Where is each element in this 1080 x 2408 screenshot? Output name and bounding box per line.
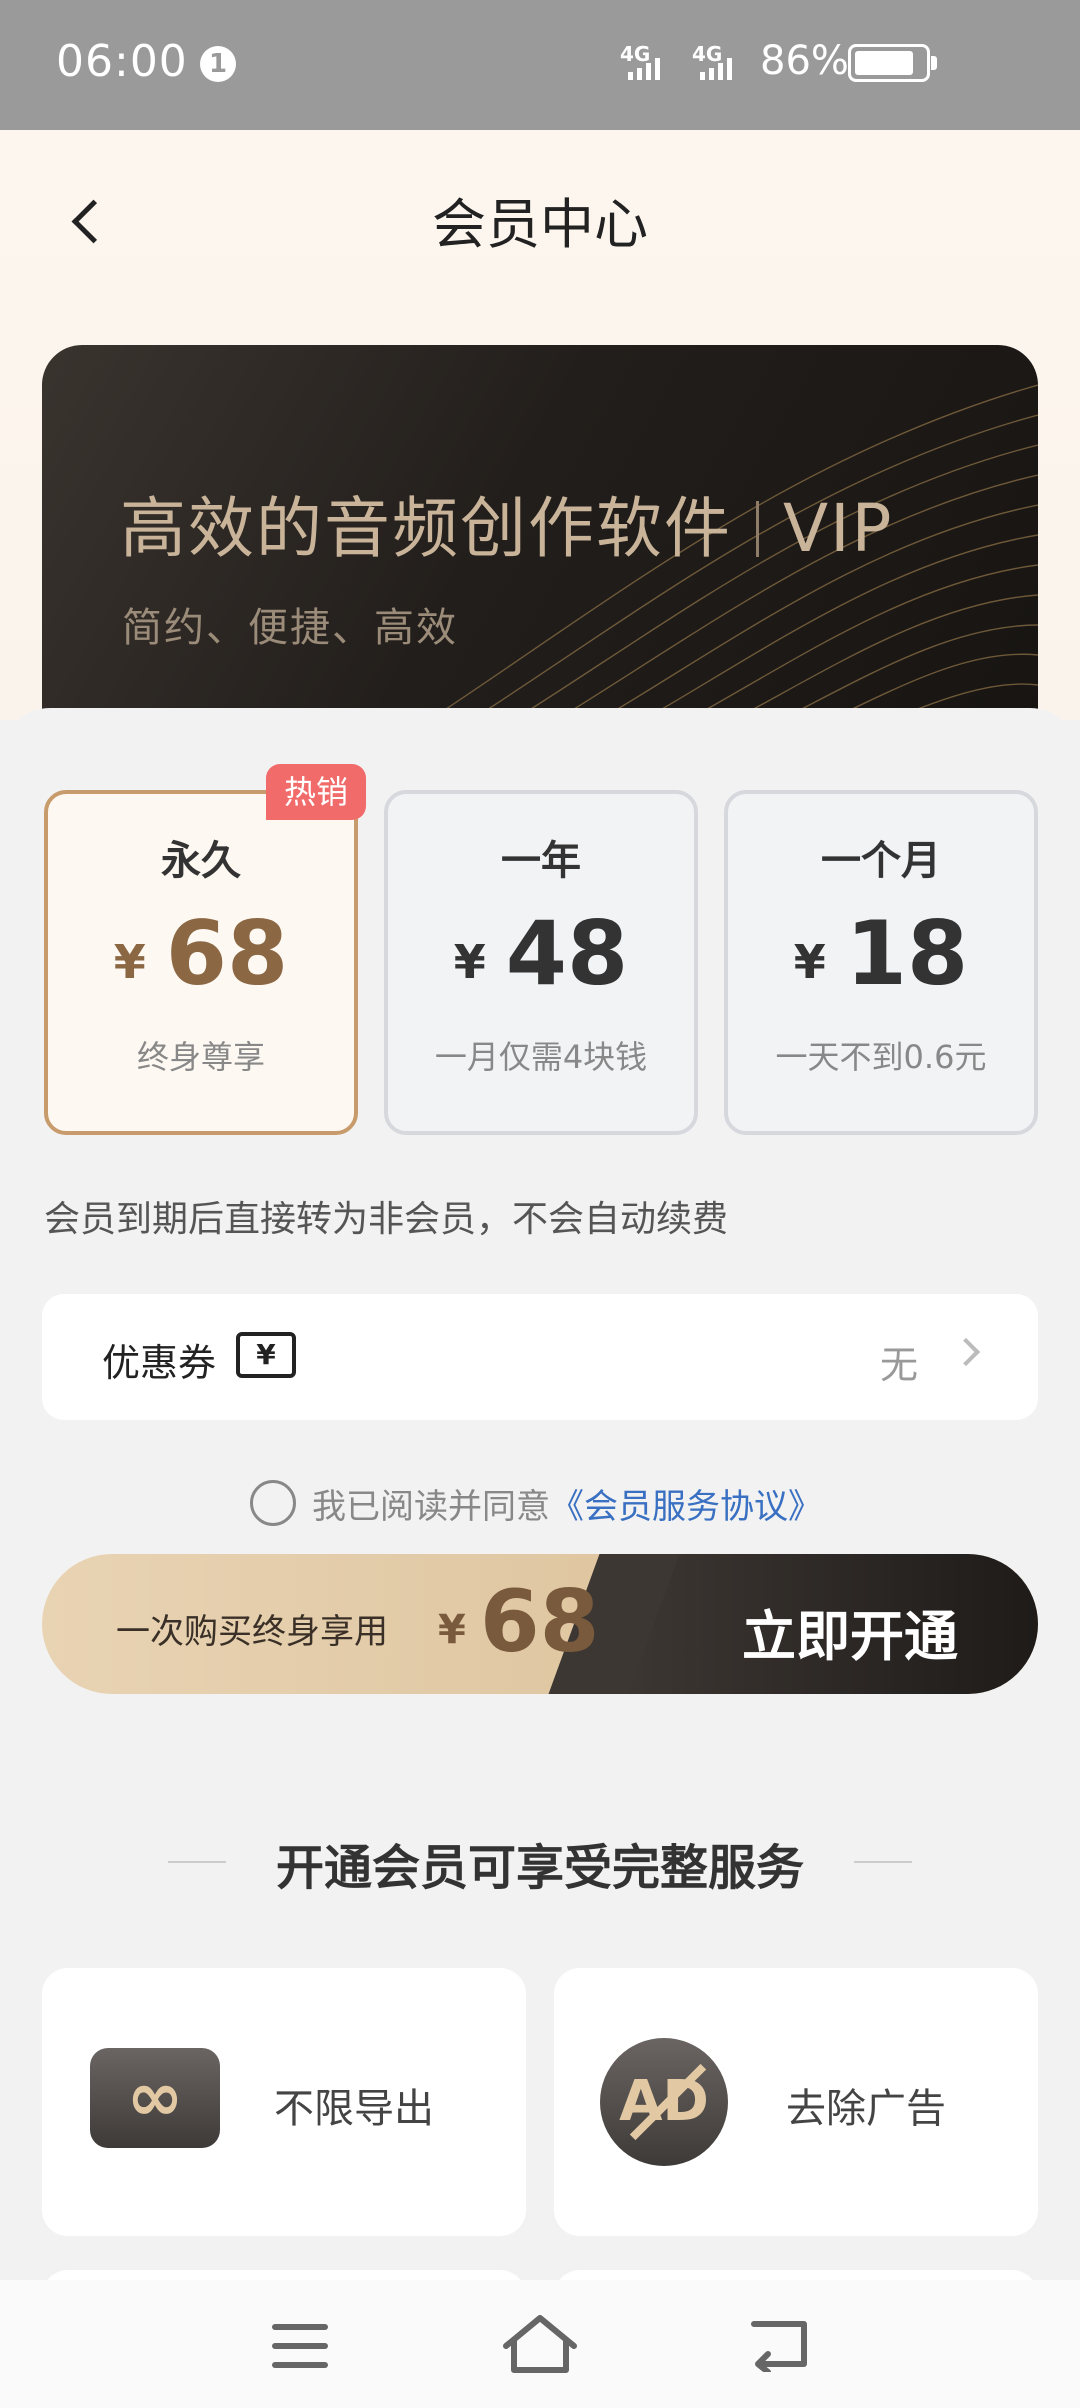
section-divider-right bbox=[854, 1861, 912, 1863]
purchase-price-value: 68 bbox=[479, 1572, 600, 1672]
coupon-row[interactable]: 优惠券 ¥ 无 bbox=[42, 1294, 1038, 1420]
agreement-checkbox[interactable] bbox=[250, 1480, 296, 1526]
benefit-label: 去除广告 bbox=[786, 2086, 946, 2132]
benefits-title: 开通会员可享受完整服务 bbox=[275, 1840, 804, 1896]
currency-symbol: ¥ bbox=[113, 935, 146, 989]
plan-name: 永久 bbox=[161, 838, 241, 884]
vip-banner: 高效的音频创作软件 VIP 简约、便捷、高效 bbox=[42, 345, 1038, 765]
plan-card-lifetime[interactable]: 热销 永久 ¥68 终身尊享 bbox=[44, 764, 366, 1135]
plan-price: ¥48 bbox=[388, 904, 694, 1012]
plan-price-value: 48 bbox=[505, 902, 629, 1005]
back-nav-icon[interactable] bbox=[748, 2316, 810, 2372]
benefit-label: 不限导出 bbox=[274, 2086, 434, 2132]
plan-price: ¥18 bbox=[728, 904, 1034, 1012]
battery-fill bbox=[855, 51, 913, 75]
banner-subtitle: 简约、便捷、高效 bbox=[122, 605, 458, 651]
vip-badge: VIP bbox=[783, 490, 894, 567]
open-now-label[interactable]: 立即开通 bbox=[742, 1592, 958, 1671]
coupon-label: 优惠券 bbox=[102, 1341, 217, 1385]
plan-card-month[interactable]: 一个月 ¥18 一天不到0.6元 bbox=[724, 790, 1038, 1135]
agreement-text: 我已阅读并同意 bbox=[312, 1486, 550, 1527]
plan-desc: 一天不到0.6元 bbox=[775, 1038, 987, 1076]
banner-separator bbox=[756, 501, 759, 557]
plan-card-year[interactable]: 一年 ¥48 一月仅需4块钱 bbox=[384, 790, 698, 1135]
battery-percent: 86% bbox=[760, 38, 849, 84]
currency-symbol: ¥ bbox=[438, 1607, 466, 1653]
purchase-bar: 一次购买终身享用 ¥68 立即开通 bbox=[42, 1554, 1038, 1694]
plan-list: 热销 永久 ¥68 终身尊享 一年 ¥48 一月仅需4块钱 一个月 ¥18 一天… bbox=[44, 764, 1038, 1135]
home-icon[interactable] bbox=[500, 2310, 580, 2380]
plan-name: 一个月 bbox=[821, 838, 941, 884]
purchase-price: ¥68 bbox=[438, 1572, 600, 1672]
plan-price: ¥68 bbox=[48, 904, 354, 1012]
plan-desc: 终身尊享 bbox=[136, 1038, 265, 1076]
agreement-link[interactable]: 《会员服务协议》 bbox=[550, 1479, 822, 1528]
plan-name: 一年 bbox=[501, 838, 581, 884]
chevron-right-icon bbox=[951, 1337, 981, 1367]
page-title: 会员中心 bbox=[432, 193, 648, 256]
no-ad-icon: AD bbox=[600, 2038, 728, 2166]
coupon-ticket-icon: ¥ bbox=[236, 1332, 296, 1378]
menu-icon[interactable] bbox=[272, 2324, 328, 2368]
plan-price-value: 68 bbox=[165, 902, 289, 1005]
renewal-notice: 会员到期后直接转为非会员，不会自动续费 bbox=[44, 1199, 729, 1240]
signal-icon-1 bbox=[628, 58, 660, 80]
banner-title: 高效的音频创作软件 VIP bbox=[120, 475, 893, 571]
infinity-icon: ∞ bbox=[90, 2048, 220, 2160]
system-nav-bar bbox=[0, 2280, 1080, 2408]
plan-desc: 一月仅需4块钱 bbox=[434, 1038, 648, 1076]
hot-sale-badge: 热销 bbox=[266, 764, 366, 820]
banner-title-text: 高效的音频创作软件 bbox=[120, 490, 732, 567]
notification-badge-icon: 1 bbox=[200, 46, 236, 82]
currency-symbol: ¥ bbox=[453, 935, 486, 989]
benefit-card-unlimited-export[interactable]: ∞ 不限导出 bbox=[42, 1968, 526, 2236]
battery-icon bbox=[848, 44, 937, 82]
status-time: 06:00 bbox=[56, 36, 188, 87]
membership-panel: 热销 永久 ¥68 终身尊享 一年 ¥48 一月仅需4块钱 一个月 ¥18 一天… bbox=[0, 708, 1080, 2408]
plan-price-value: 18 bbox=[845, 902, 969, 1005]
status-bar: 06:00 1 4G 4G 86% bbox=[0, 0, 1080, 130]
signal-icon-2 bbox=[700, 58, 732, 80]
benefit-card-no-ads[interactable]: AD 去除广告 bbox=[554, 1968, 1038, 2236]
coupon-value: 无 bbox=[879, 1343, 918, 1387]
currency-symbol: ¥ bbox=[793, 935, 826, 989]
purchase-text: 一次购买终身享用 bbox=[116, 1612, 388, 1652]
agreement-row: 我已阅读并同意 《会员服务协议》 bbox=[250, 1478, 822, 1528]
